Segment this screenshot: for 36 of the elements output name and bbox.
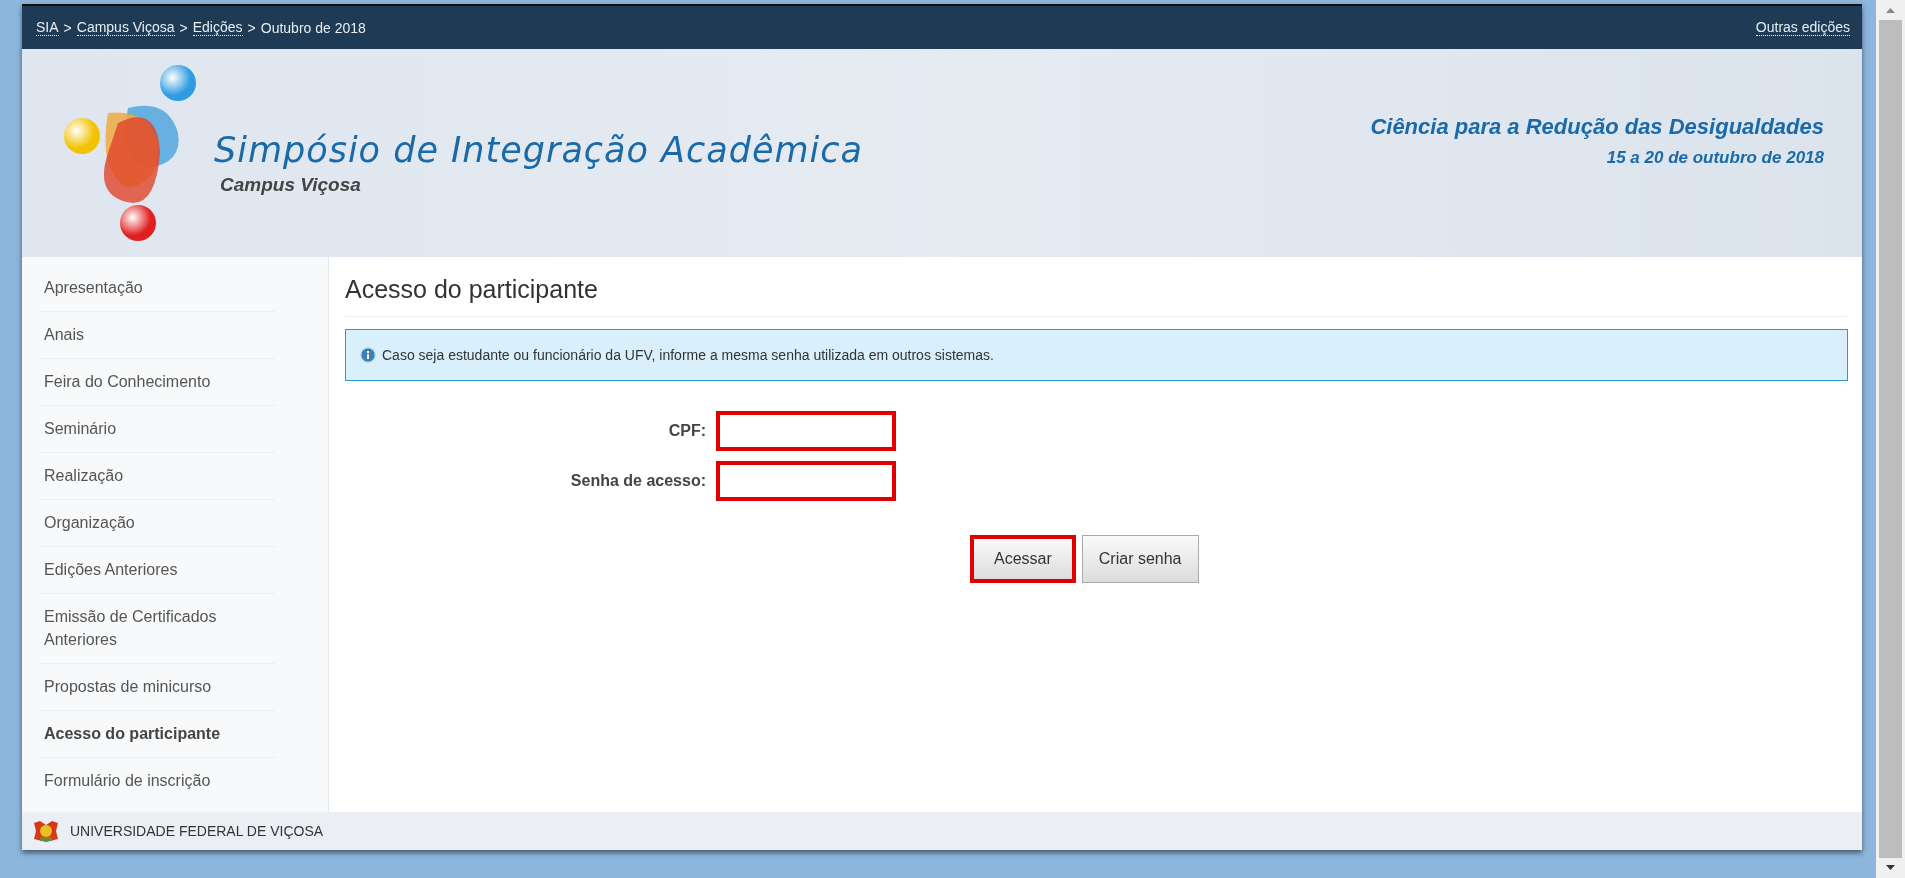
info-text: Caso seja estudante ou funcionário da UFV, informe a mesma senha utilizada em outros sistemas.: [382, 347, 994, 363]
sidebar-item[interactable]: Edições Anteriores: [38, 547, 275, 594]
breadcrumb-link[interactable]: SIA: [36, 19, 59, 36]
campus-name: Campus Viçosa: [220, 174, 362, 196]
password-field[interactable]: [716, 461, 896, 501]
breadcrumb-separator: >: [179, 19, 188, 36]
sidebar-item[interactable]: Emissão de Certificados Anteriores: [38, 594, 275, 664]
sidebar-item[interactable]: Acesso do participante: [38, 711, 275, 758]
breadcrumb-separator: >: [247, 19, 256, 36]
crest-icon: [32, 819, 60, 843]
cpf-field[interactable]: [716, 411, 896, 451]
other-editions-link[interactable]: Outras edições: [1755, 19, 1850, 36]
sidebar-item[interactable]: Seminário: [38, 406, 275, 453]
create-password-button[interactable]: Criar senha: [1081, 535, 1199, 583]
site-title: Simpósio de Integração Acadêmica: [214, 130, 863, 170]
field-label: Senha de acesso:: [569, 472, 707, 490]
event-dates: 15 a 20 de outubro de 2018: [1605, 147, 1824, 168]
page-heading: Acesso do participante: [345, 275, 1848, 317]
breadcrumb-link[interactable]: Edições: [192, 19, 243, 36]
scrollbar[interactable]: [1876, 0, 1905, 878]
login-button[interactable]: Acessar: [970, 535, 1076, 583]
scroll-thumb[interactable]: [1879, 20, 1902, 858]
breadcrumb-current: Outubro de 2018: [260, 19, 366, 36]
field-label: CPF:: [667, 422, 707, 440]
event-theme: Ciência para a Redução das Desigualdades: [1370, 113, 1824, 140]
sidebar-item[interactable]: Realização: [38, 453, 275, 500]
sidebar-item[interactable]: Formulário de inscrição: [38, 758, 275, 804]
sidebar-item[interactable]: Anais: [38, 312, 275, 359]
sidebar-item[interactable]: Feira do Conhecimento: [38, 359, 275, 406]
breadcrumb-separator: >: [63, 19, 72, 36]
info-icon: [360, 347, 376, 363]
sidebar-item[interactable]: Propostas de minicurso: [38, 664, 275, 711]
breadcrumb-link[interactable]: Campus Viçosa: [76, 19, 175, 36]
university-name: UNIVERSIDADE FEDERAL DE VIÇOSA: [70, 823, 324, 839]
sidebar-item[interactable]: Organização: [38, 500, 275, 547]
sidebar-item[interactable]: Apresentação: [38, 265, 275, 312]
